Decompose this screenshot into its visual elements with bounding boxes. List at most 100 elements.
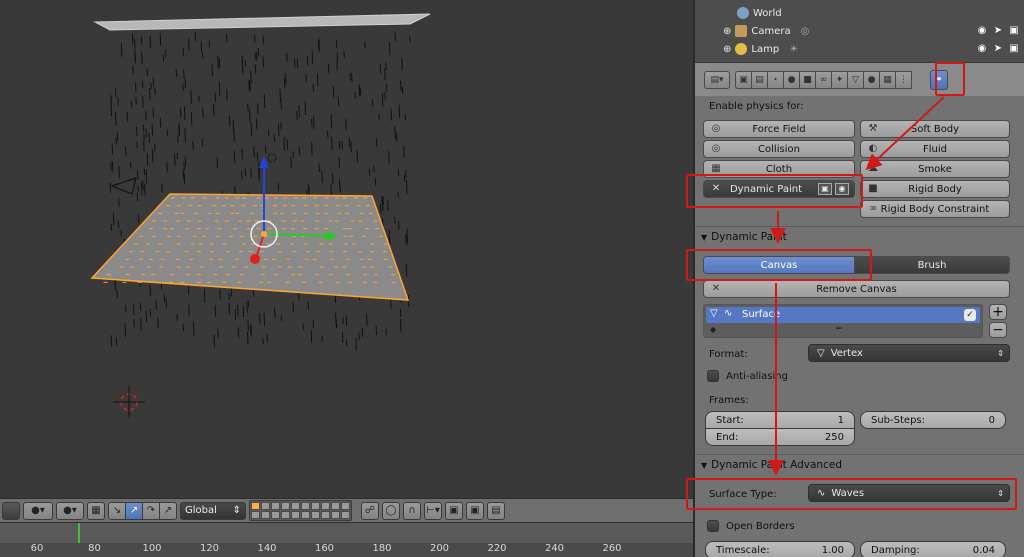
rain-drop (154, 87, 156, 95)
translate-manipulator-button[interactable]: ↗ (125, 501, 143, 520)
list-resize-icon[interactable]: ◆ (710, 325, 716, 334)
soft-body-button[interactable]: ⚒ Soft Body (860, 120, 1010, 138)
scale-manipulator-button[interactable]: ↗ (159, 501, 177, 520)
eye-icon[interactable]: ◉ (976, 43, 988, 55)
tab-material[interactable]: ● (863, 70, 880, 89)
snap-toggle-button[interactable]: ∩ (403, 501, 421, 520)
dynamic-paint-button[interactable]: ✕ Dynamic Paint ▣ ◉ (703, 180, 855, 198)
end-frame-field[interactable]: End: 250 (705, 428, 855, 446)
remove-canvas-button[interactable]: ✕ Remove Canvas (703, 280, 1010, 298)
lock-layers-button[interactable]: ☍ (361, 501, 379, 520)
rotate-manipulator-button[interactable]: ↷ (142, 501, 160, 520)
rain-drop (125, 305, 127, 313)
cursor-icon[interactable]: ➤ (992, 43, 1004, 55)
arrow-icon: ↗ (129, 505, 139, 516)
3d-viewport[interactable] (0, 0, 693, 498)
tab-modifiers[interactable]: ✦ (831, 70, 848, 89)
remove-surface-button[interactable]: − (989, 322, 1007, 338)
add-surface-button[interactable]: + (989, 304, 1007, 320)
tab-physics[interactable]: ⚭ (930, 69, 948, 90)
rain-drop (133, 319, 135, 328)
outliner-restrict-icons[interactable]: ◉ ➤ ▣ (976, 25, 1020, 37)
tab-particles[interactable]: ⋮ (895, 70, 912, 89)
cloth-button[interactable]: ▦ Cloth (703, 160, 855, 178)
header-edge-button[interactable] (2, 501, 20, 520)
transform-orientation-dropdown[interactable]: Global ⇕ (180, 501, 246, 520)
tab-object[interactable]: ■ (799, 70, 816, 89)
layer-buttons[interactable] (249, 500, 352, 521)
timeline[interactable]: 60 80 100 120 140 160 180 200 220 240 260 (0, 522, 693, 557)
rain-drop (321, 170, 323, 183)
damping-field[interactable]: Damping: 0.04 (860, 541, 1006, 557)
render-sequence-button[interactable]: ▤ (487, 501, 505, 520)
rain-drop (327, 63, 330, 74)
format-dropdown[interactable]: ▽ Vertex ⇕ (808, 344, 1010, 362)
surface-list-item[interactable]: ▽ ∿ Surface ✓ (706, 307, 980, 323)
outliner-row-camera[interactable]: ⊕ Camera ◎ ◉ ➤ ▣ (695, 22, 1024, 40)
rain-drop (259, 312, 261, 325)
substeps-field[interactable]: Sub-Steps: 0 (860, 411, 1006, 429)
tab-world[interactable]: ● (783, 70, 800, 89)
timeline-track[interactable] (0, 523, 693, 543)
rain-drop (258, 161, 260, 170)
rain-drop (226, 88, 228, 101)
surface-type-dropdown[interactable]: ∿ Waves ⇕ (808, 484, 1010, 502)
tab-data[interactable]: ▽ (847, 70, 864, 89)
close-x-icon[interactable]: ✕ (710, 183, 722, 195)
surface-list[interactable]: ▽ ∿ Surface ✓ ◆ ═ (703, 304, 983, 338)
list-grip-icon[interactable]: ═ (836, 324, 841, 334)
rain-drop (148, 132, 150, 143)
render-animation-button[interactable]: ▣ (466, 501, 484, 520)
rain-drop (247, 300, 250, 308)
outliner-restrict-icons[interactable]: ◉ ➤ ▣ (976, 43, 1020, 55)
force-field-icon: ◎ (711, 123, 721, 134)
editor-type-dropdown[interactable]: ▤▾ (704, 70, 730, 89)
canvas-tab[interactable]: Canvas (703, 256, 855, 274)
render-opengl-button[interactable]: ▣ (445, 501, 463, 520)
tab-scene[interactable]: ⋆ (767, 70, 784, 89)
manipulator-axis-button[interactable]: ↘ (108, 501, 126, 520)
rain-drop (397, 169, 400, 177)
rain-drop (151, 149, 154, 163)
viewport-shading-dropdown[interactable]: ●▾ (23, 501, 53, 520)
dynamic-paint-advanced-header[interactable]: Dynamic Paint Advanced (701, 459, 842, 471)
tab-texture[interactable]: ▦ (879, 70, 896, 89)
fluid-button[interactable]: ◐ Fluid (860, 140, 1010, 158)
surface-enabled-checkbox[interactable]: ✓ (964, 309, 976, 321)
outliner-row-world[interactable]: World (695, 4, 1024, 22)
dynamic-paint-section-header[interactable]: Dynamic Paint (701, 231, 787, 243)
rigid-body-button[interactable]: ■ Rigid Body (860, 180, 1010, 198)
rain-drop (246, 302, 248, 314)
eye-icon[interactable]: ◉ (835, 183, 849, 195)
outliner-row-lamp[interactable]: ⊕ Lamp ☀ ◉ ➤ ▣ (695, 40, 1024, 58)
rain-drop (326, 131, 329, 138)
force-field-button[interactable]: ◎ Force Field (703, 120, 855, 138)
rigid-body-constraint-button[interactable]: ∞ Rigid Body Constraint (860, 200, 1010, 218)
surface-name: Surface (742, 309, 781, 320)
collision-button[interactable]: ◎ Collision (703, 140, 855, 158)
tab-render-layers[interactable]: ▤ (751, 70, 768, 89)
rain-drop (349, 73, 351, 81)
anti-aliasing-checkbox[interactable] (707, 370, 719, 382)
render-icon[interactable]: ▣ (1008, 25, 1020, 37)
tab-render[interactable]: ▣ (735, 70, 752, 89)
pivot-point-dropdown[interactable]: ●▾ (56, 501, 84, 520)
smoke-button[interactable]: ☁ Smoke (860, 160, 1010, 178)
rain-drop (145, 110, 147, 121)
snap-element-dropdown[interactable]: ⊢▾ (424, 501, 442, 520)
brush-tab[interactable]: Brush (854, 256, 1010, 274)
manipulator-toggle[interactable]: ▦ (87, 501, 105, 520)
eye-icon[interactable]: ◉ (976, 25, 988, 37)
properties-icon: ▤▾ (710, 74, 724, 85)
render-toggle-icon[interactable]: ▣ (818, 183, 832, 195)
tab-constraints[interactable]: ∞ (815, 70, 832, 89)
render-icon[interactable]: ▣ (1008, 43, 1020, 55)
cursor-icon[interactable]: ➤ (992, 25, 1004, 37)
outliner-label: Lamp (751, 43, 780, 55)
current-frame-cursor[interactable] (78, 523, 80, 543)
start-frame-field[interactable]: Start: 1 (705, 411, 855, 429)
rain-drop (338, 157, 340, 168)
timescale-field[interactable]: Timescale: 1.00 (705, 541, 855, 557)
proportional-edit-button[interactable]: ◯ (382, 501, 400, 520)
open-borders-checkbox[interactable] (707, 520, 719, 532)
